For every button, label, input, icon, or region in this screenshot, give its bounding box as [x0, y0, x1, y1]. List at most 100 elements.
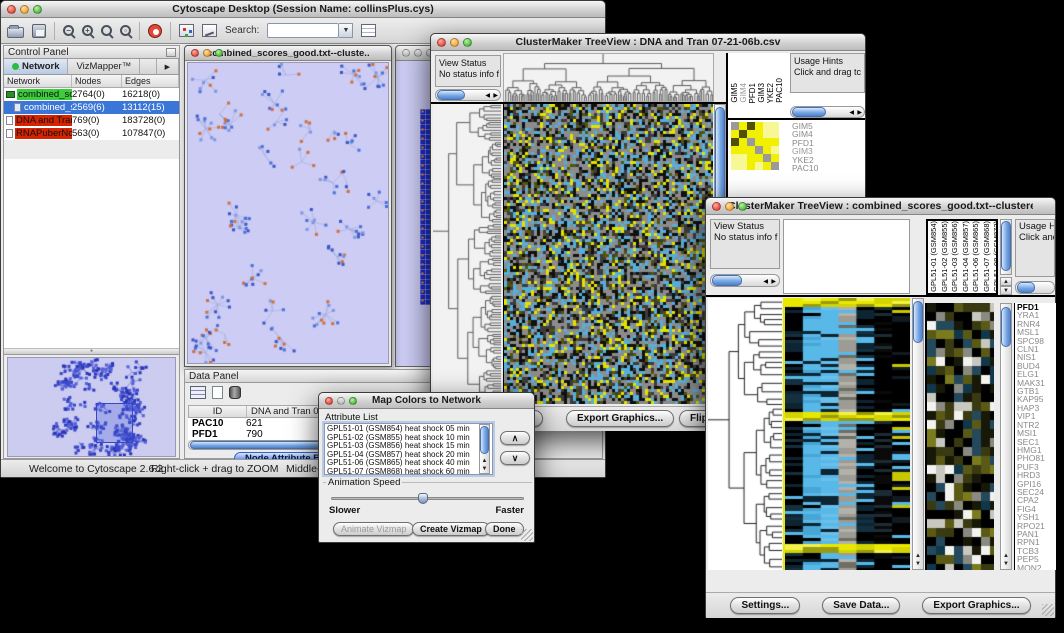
treeview1-status-hscrollbar[interactable]: ◀ ▶: [435, 89, 501, 101]
zoom-button[interactable]: [33, 5, 42, 14]
treeview2-column-dendrogram[interactable]: [783, 219, 910, 294]
network-view-window[interactable]: combined_scores_good.txt--cluste...: [184, 45, 392, 367]
treeview2-mini-heatmap[interactable]: [925, 303, 994, 570]
zoom-fit-icon[interactable]: [101, 25, 112, 36]
scroll-up-button[interactable]: ▲: [1000, 277, 1012, 286]
scrollbar-thumb[interactable]: [792, 107, 826, 117]
minimize-button[interactable]: [725, 202, 734, 211]
scroll-down-icon[interactable]: ▼: [913, 561, 923, 567]
scroll-left-icon[interactable]: ◀: [485, 92, 490, 99]
scroll-up-icon[interactable]: ▲: [480, 458, 489, 464]
save-data-button[interactable]: Save Data...: [822, 597, 900, 614]
zoom-in-icon[interactable]: +: [82, 25, 93, 36]
network-row-dna-tran[interactable]: DNA and Tran 07 769(0) 183728(0): [4, 114, 179, 127]
network-row-combined-scores[interactable]: combined_scores 2764(0) 16218(0): [4, 88, 179, 101]
resize-grip[interactable]: [521, 529, 533, 541]
save-icon[interactable]: [32, 24, 46, 38]
zoom-button[interactable]: [738, 202, 747, 211]
network-overview-thumbnail[interactable]: [8, 358, 175, 456]
close-button[interactable]: [437, 38, 446, 47]
treeview1-heatmap[interactable]: [503, 104, 713, 404]
network-row-rnapuber[interactable]: RNAPuberNov2+ 563(0) 107847(0): [4, 127, 179, 140]
delete-attribute-icon[interactable]: [229, 386, 241, 399]
new-attribute-icon[interactable]: [212, 386, 223, 399]
list-item[interactable]: PAC10: [776, 78, 783, 103]
treeview1-row-dendrogram[interactable]: [433, 104, 501, 404]
map-colors-dialog[interactable]: Map Colors to Network Attribute List GPL…: [318, 392, 535, 543]
attribute-list-vscrollbar[interactable]: ▲ ▼: [479, 424, 490, 474]
zoom-button[interactable]: [215, 49, 223, 57]
annotation-icon[interactable]: [202, 24, 217, 37]
treeview2-heatmap[interactable]: [783, 298, 910, 570]
panel-splitter[interactable]: ●: [4, 349, 179, 355]
data-panel-hscrollbar[interactable]: [188, 440, 338, 450]
list-item[interactable]: GPL51-03 (GSM856): [950, 221, 960, 292]
list-item[interactable]: PFD1: [749, 83, 757, 103]
network-view-title-bar[interactable]: combined_scores_good.txt--cluste...: [185, 46, 391, 61]
scroll-down-icon[interactable]: ▼: [480, 466, 489, 472]
export-graphics-button[interactable]: Export Graphics...: [566, 410, 674, 427]
scroll-down-button[interactable]: ▼: [1000, 286, 1012, 295]
help-lifesaver-icon[interactable]: [148, 24, 162, 38]
list-item[interactable]: MON2: [1017, 564, 1056, 570]
network-row-selected[interactable]: combined_sco 2569(6) 13112(15): [4, 101, 179, 114]
treeview2-heatmap-vscrollbar[interactable]: ▲ ▼: [912, 298, 924, 570]
move-up-button[interactable]: ∧: [500, 431, 530, 445]
scrollbar-thumb[interactable]: [1001, 221, 1011, 271]
scrollbar-thumb[interactable]: [437, 90, 465, 100]
overview-viewport-rect[interactable]: [96, 403, 133, 443]
minimize-button[interactable]: [337, 397, 345, 405]
scrollbar-thumb[interactable]: [480, 426, 489, 454]
close-button[interactable]: [325, 397, 333, 405]
move-down-button[interactable]: ∨: [500, 451, 530, 465]
scroll-left-icon[interactable]: ◀: [849, 109, 854, 116]
export-graphics-button[interactable]: Export Graphics...: [922, 597, 1030, 614]
treeview2-hints-hscrollbar[interactable]: [1015, 281, 1055, 294]
minimize-button[interactable]: [20, 5, 29, 14]
list-item[interactable]: GPL51-06 (GSM865): [971, 221, 981, 292]
minimize-button[interactable]: [450, 38, 459, 47]
list-item[interactable]: GPL51-07 (GSM868) heat shock 60 min: [327, 468, 490, 475]
treeview1-title-bar[interactable]: ClusterMaker TreeView : DNA and Tran 07-…: [431, 34, 865, 51]
close-button[interactable]: [191, 49, 199, 57]
tab-vizmapper[interactable]: VizMapper™: [68, 59, 140, 74]
treeview2-row-dendrogram[interactable]: [708, 298, 782, 570]
tab-network[interactable]: Network: [4, 59, 68, 74]
list-item[interactable]: GIM3: [758, 83, 766, 103]
resize-grip[interactable]: [1042, 604, 1054, 616]
list-item[interactable]: GPL51-01 (GSM854): [929, 221, 939, 292]
scroll-down-icon[interactable]: ▼: [1001, 561, 1011, 567]
scrollbar-thumb[interactable]: [190, 441, 336, 449]
close-button[interactable]: [7, 5, 16, 14]
minimize-button[interactable]: [203, 49, 211, 57]
list-item[interactable]: YKE2: [767, 83, 775, 103]
treeview1-hints-hscrollbar[interactable]: ◀ ▶: [790, 106, 865, 118]
treeview1-column-dendrogram[interactable]: [503, 53, 714, 102]
table-icon[interactable]: [361, 24, 376, 37]
float-panel-icon[interactable]: [166, 48, 176, 57]
scroll-up-icon[interactable]: ▲: [913, 553, 923, 559]
tabs-overflow-button[interactable]: ▶: [156, 59, 179, 74]
zoom-button[interactable]: [463, 38, 472, 47]
scrollbar-thumb[interactable]: [1017, 282, 1035, 293]
list-item[interactable]: PAC10: [792, 164, 850, 172]
scroll-up-icon[interactable]: ▲: [1001, 553, 1011, 559]
scrollbar-thumb[interactable]: [712, 275, 742, 286]
zoom-selected-icon[interactable]: ▫: [120, 25, 131, 36]
treeview2-window[interactable]: ClusterMaker TreeView : combined_scores_…: [705, 197, 1056, 618]
scroll-right-icon[interactable]: ▶: [771, 278, 776, 285]
settings-button[interactable]: Settings...: [730, 597, 800, 614]
animate-vizmap-button[interactable]: Animate Vizmap: [333, 522, 414, 536]
treeview2-genelist-vscrollbar[interactable]: ▲ ▼: [1000, 303, 1012, 570]
window-controls[interactable]: [7, 5, 42, 14]
list-item[interactable]: GPL51-08 (GSM872): [992, 221, 998, 292]
attribute-select-icon[interactable]: [190, 386, 206, 399]
main-title-bar[interactable]: Cytoscape Desktop (Session Name: collins…: [1, 1, 605, 18]
list-item[interactable]: GIM4: [740, 83, 748, 103]
network-list-empty-area[interactable]: [4, 159, 179, 349]
scrollbar-thumb[interactable]: [1001, 307, 1011, 347]
open-file-icon[interactable]: [7, 27, 24, 38]
close-button[interactable]: [712, 202, 721, 211]
search-input[interactable]: [267, 23, 339, 38]
zoom-button[interactable]: [349, 397, 357, 405]
